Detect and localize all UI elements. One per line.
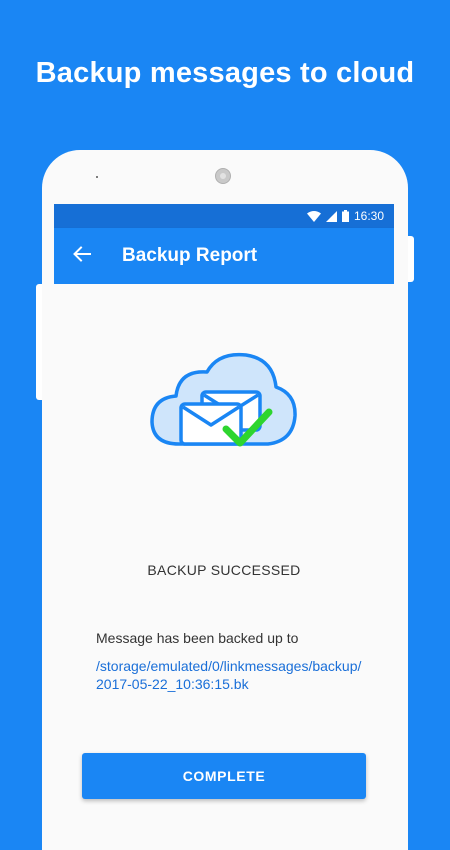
backup-description: Message has been backed up to [96,630,299,646]
report-content: BACKUP SUCCESSED Message has been backed… [54,284,394,800]
page-title: Backup Report [122,245,258,266]
complete-button[interactable]: COMPLETE [82,753,366,799]
phone-camera [215,168,231,184]
back-button[interactable] [60,228,104,284]
arrow-back-icon [73,245,91,267]
cloud-envelope-check-icon [146,346,300,463]
wifi-icon [306,210,321,222]
status-time: 16:30 [353,209,384,223]
phone-screen: 16:30 Backup Report BACKUP SUCCESSED Mes… [54,204,394,800]
phone-side-button-right [408,236,414,282]
phone-sensor-dot [96,176,98,178]
app-bar: Backup Report [54,228,394,284]
backup-file-path-link[interactable]: /storage/emulated/0/linkmessages/backup/… [96,657,366,693]
battery-icon [341,210,349,222]
status-bar: 16:30 [54,204,394,228]
signal-icon [325,210,337,222]
promo-headline: Backup messages to cloud [35,57,415,89]
backup-status-text: BACKUP SUCCESSED [147,562,301,578]
